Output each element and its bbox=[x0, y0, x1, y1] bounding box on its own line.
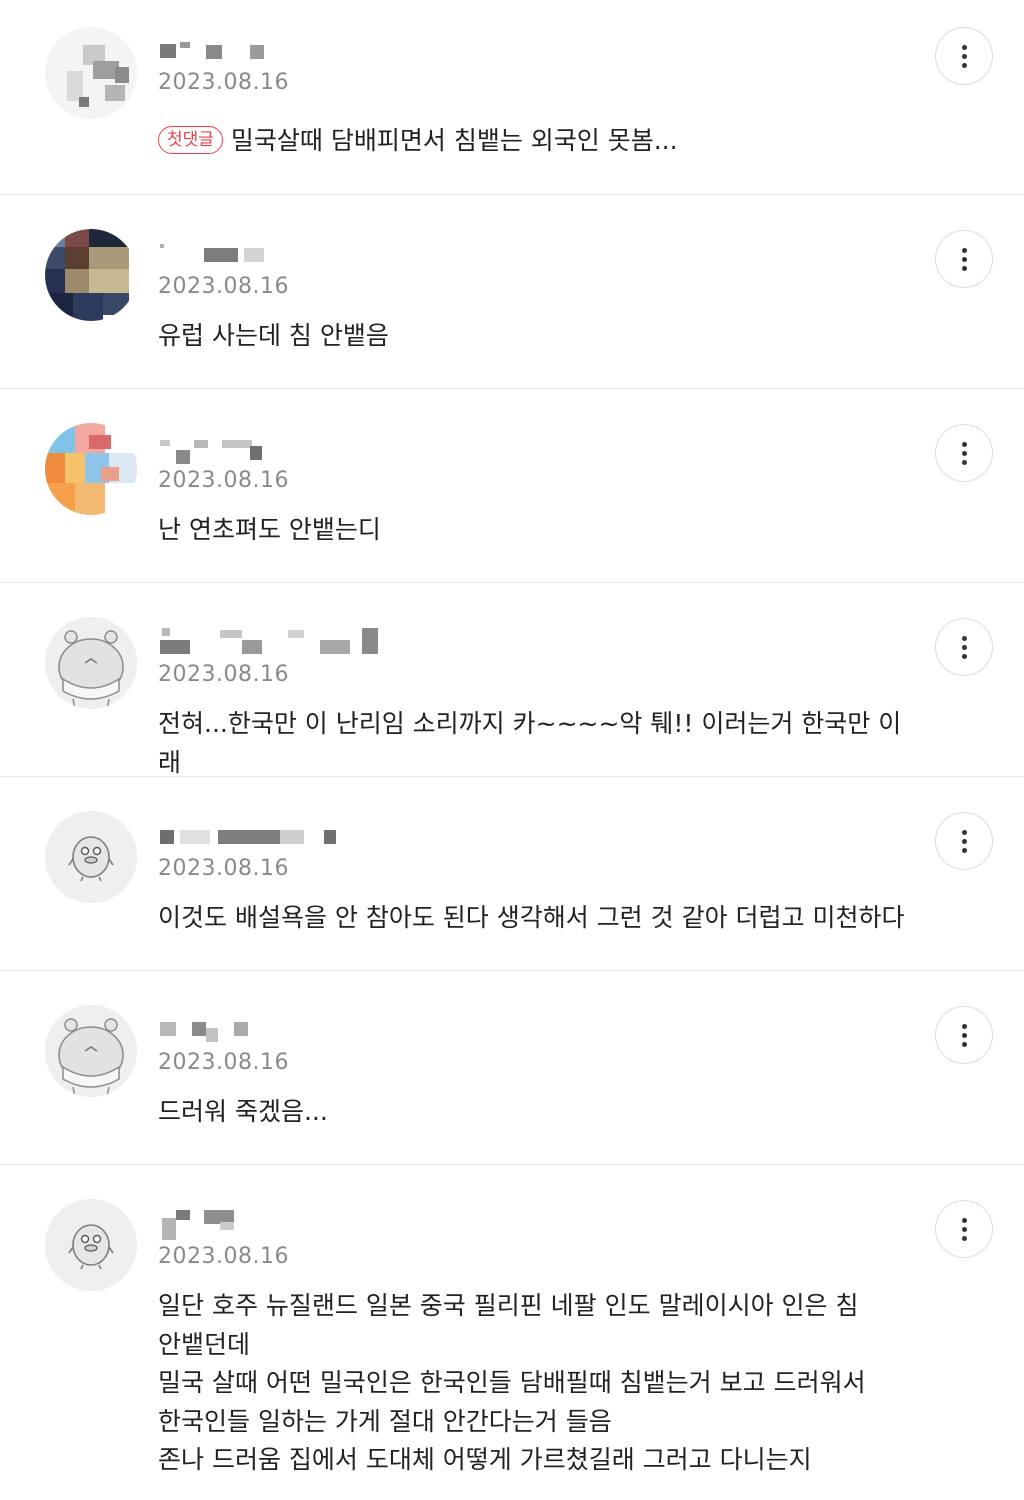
nickname-blurred bbox=[158, 826, 398, 848]
nickname-blurred bbox=[158, 1208, 398, 1240]
first-comment-badge: 첫댓글 bbox=[158, 126, 223, 154]
comment-date: 2023.08.16 bbox=[158, 274, 289, 299]
avatar[interactable] bbox=[45, 27, 137, 119]
comment-text: 드러워 죽겠음... bbox=[158, 1097, 328, 1126]
avatar[interactable] bbox=[45, 1199, 137, 1291]
more-options-button[interactable] bbox=[935, 424, 993, 482]
blurred-photo-avatar-icon bbox=[45, 229, 137, 321]
comment-item: 2023.08.16 일단 호주 뉴질랜드 일본 중국 필리핀 네팔 인도 말레… bbox=[0, 1165, 1024, 1500]
comment-date: 2023.08.16 bbox=[158, 662, 289, 687]
more-options-button[interactable] bbox=[935, 27, 993, 85]
avatar[interactable] bbox=[45, 811, 137, 903]
comment-date: 2023.08.16 bbox=[158, 1050, 289, 1075]
comment-item: 2023.08.16 첫댓글 밀국살때 담배피면서 침뱉는 외국인 못봄... bbox=[0, 0, 1024, 195]
nickname-blurred bbox=[158, 1020, 398, 1042]
avatar[interactable] bbox=[45, 423, 137, 515]
comment-item: 2023.08.16 전혀...한국만 이 난리임 소리까지 카~~~~악 퉤!… bbox=[0, 583, 1024, 777]
comment-date: 2023.08.16 bbox=[158, 1244, 289, 1269]
comment-body: 밀국살때 담배피면서 침뱉는 외국인 못봄... bbox=[230, 126, 678, 155]
comment-date: 2023.08.16 bbox=[158, 468, 289, 493]
comment-text: 첫댓글 밀국살때 담배피면서 침뱉는 외국인 못봄... bbox=[158, 122, 914, 161]
blurred-photo-avatar-icon bbox=[45, 423, 137, 515]
comment-text: 유럽 사는데 침 안뱉음 bbox=[158, 321, 389, 350]
comment-date: 2023.08.16 bbox=[158, 70, 289, 95]
comment-date: 2023.08.16 bbox=[158, 856, 289, 881]
comment-text: 난 연초펴도 안뱉는디 bbox=[158, 515, 381, 544]
comment-text: 전혀...한국만 이 난리임 소리까지 카~~~~악 퉤!! 이러는거 한국만 … bbox=[158, 709, 902, 777]
bird-avatar-icon bbox=[45, 1199, 137, 1291]
comment-text: 이것도 배설욕을 안 참아도 된다 생각해서 그런 것 같아 더럽고 미천하다 bbox=[158, 903, 905, 932]
blurred-photo-avatar-icon bbox=[45, 27, 137, 119]
comment-item: 2023.08.16 이것도 배설욕을 안 참아도 된다 생각해서 그런 것 같… bbox=[0, 777, 1024, 971]
comment-item: 2023.08.16 난 연초펴도 안뱉는디 bbox=[0, 389, 1024, 583]
comment-item: 2023.08.16 유럽 사는데 침 안뱉음 bbox=[0, 195, 1024, 389]
bird-avatar-icon bbox=[45, 811, 137, 903]
more-options-button[interactable] bbox=[935, 1200, 993, 1258]
comment-item: 2023.08.16 드러워 죽겠음... bbox=[0, 971, 1024, 1165]
nickname-blurred bbox=[158, 438, 398, 464]
more-options-button[interactable] bbox=[935, 230, 993, 288]
nickname-blurred bbox=[158, 244, 398, 266]
avatar[interactable] bbox=[45, 229, 137, 321]
more-options-button[interactable] bbox=[935, 812, 993, 870]
comment-text: 일단 호주 뉴질랜드 일본 중국 필리핀 네팔 인도 말레이시아 인은 침 안뱉… bbox=[158, 1291, 866, 1474]
more-options-button[interactable] bbox=[935, 618, 993, 676]
more-options-button[interactable] bbox=[935, 1006, 993, 1064]
nickname-blurred bbox=[158, 628, 398, 654]
nickname-blurred bbox=[158, 42, 398, 64]
avatar[interactable] bbox=[45, 1005, 137, 1097]
avatar[interactable] bbox=[45, 617, 137, 709]
hippo-avatar-icon bbox=[45, 617, 137, 709]
hippo-avatar-icon bbox=[45, 1005, 137, 1097]
